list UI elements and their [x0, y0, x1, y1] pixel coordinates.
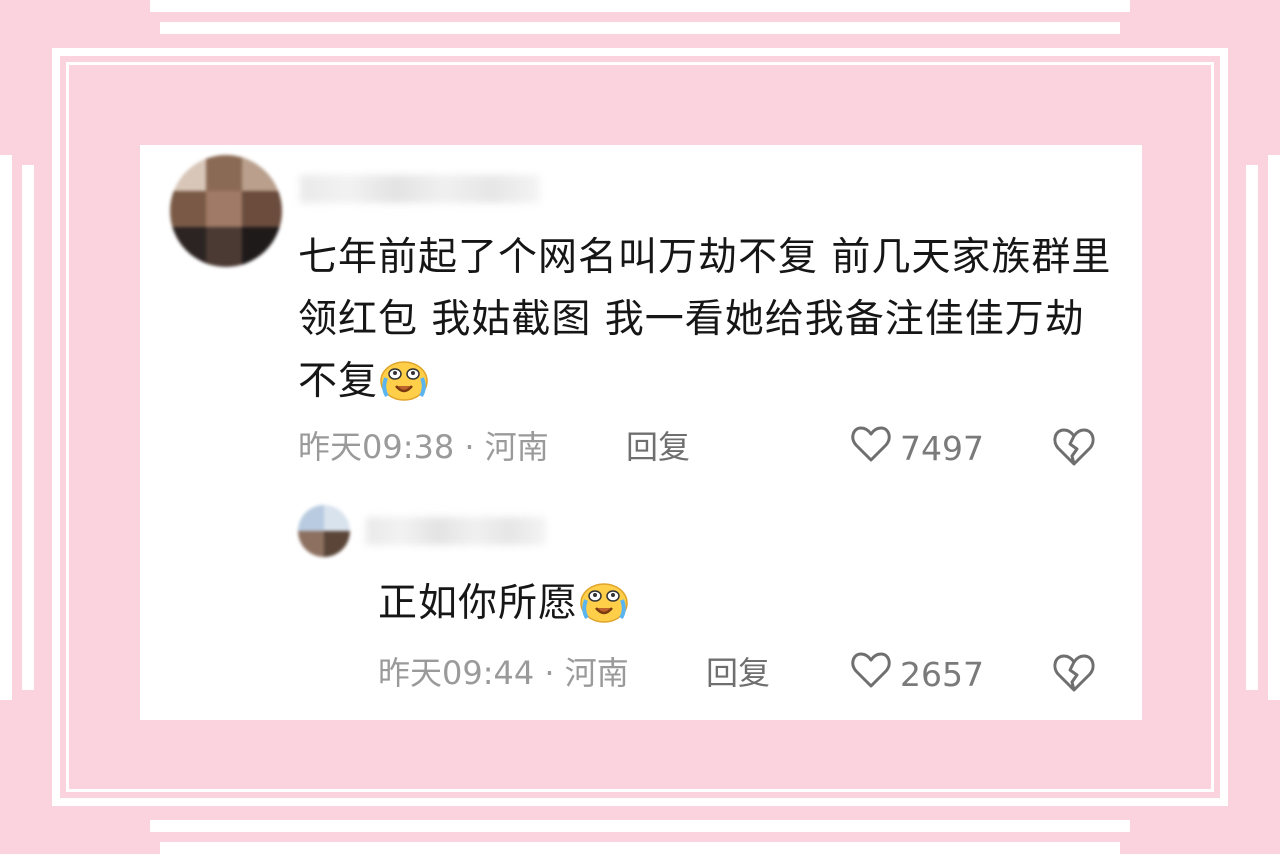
separator-dot: ·: [464, 428, 485, 466]
avatar[interactable]: [170, 155, 282, 267]
comment-meta: 昨天09:38 · 河南: [298, 427, 549, 467]
reply-button[interactable]: 回复: [626, 427, 690, 467]
broken-heart-icon: [1052, 654, 1096, 697]
reply-username-blurred[interactable]: [366, 517, 546, 545]
reply-like-button[interactable]: 2657: [850, 651, 984, 698]
reply-dislike-button[interactable]: [1052, 653, 1096, 697]
reply-location: 河南: [564, 654, 629, 692]
crying-laughing-face-icon: [378, 358, 430, 421]
username-blurred[interactable]: [300, 175, 540, 203]
dislike-button[interactable]: [1052, 427, 1096, 471]
reply-time: 昨天09:44: [378, 654, 535, 692]
comment-location: 河南: [484, 428, 549, 466]
heart-icon: [850, 651, 900, 698]
reply-text: 正如你所愿: [378, 573, 1078, 643]
reply-body: 正如你所愿: [378, 581, 579, 626]
reply-like-count: 2657: [900, 654, 984, 694]
reply-avatar[interactable]: [298, 505, 350, 557]
crying-laughing-face-icon: [578, 580, 630, 643]
broken-heart-icon: [1052, 428, 1096, 471]
like-button[interactable]: 7497: [850, 425, 984, 472]
separator-dot: ·: [544, 654, 565, 692]
comment-text: 七年前起了个网名叫万劫不复 前几天家族群里领红包 我姑截图 我一看她给我备注佳佳…: [298, 227, 1118, 421]
reply-reply-button[interactable]: 回复: [706, 653, 770, 693]
like-count: 7497: [900, 428, 984, 468]
reply-meta: 昨天09:44 · 河南: [378, 653, 629, 693]
heart-icon: [850, 425, 900, 472]
comment-card: 七年前起了个网名叫万劫不复 前几天家族群里领红包 我姑截图 我一看她给我备注佳佳…: [140, 145, 1142, 720]
comment-time: 昨天09:38: [298, 428, 455, 466]
